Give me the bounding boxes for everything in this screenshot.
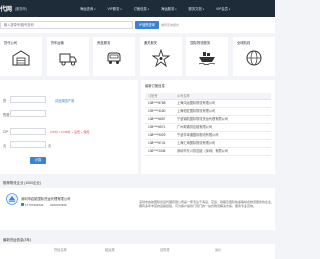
nav-item-booking[interactable]: 订舱信息▾ <box>134 6 149 11</box>
service-card-customs[interactable]: 通关报关 <box>139 37 182 76</box>
calculator-panel: 货 请选择国产港 的港 CIP CIP价 = FOB价 + 运费 + 保险 元 … <box>0 80 138 174</box>
recommend-card[interactable]: 深圳市启航国际货运代理有限公司 17707993545 3260153966 深… <box>0 188 275 230</box>
company-name: 宁波华泽通国际物流有限公司 <box>177 133 219 137</box>
service-card-forwarder[interactable]: 货代公司 <box>0 37 42 76</box>
nav-item-shipping-service[interactable]: 海运服务▾ <box>161 6 176 11</box>
company-qq: 3260153966 <box>50 202 67 207</box>
chevron-down-icon: ▾ <box>94 8 96 11</box>
latest-title: 最新货运信息(3年) <box>3 238 31 242</box>
calculate-button[interactable]: 计算 <box>30 157 46 164</box>
latest-table: 货运名称 起运港 目的港 运价 <box>0 244 275 259</box>
chevron-down-icon: ▾ <box>228 8 231 11</box>
destination-port-input[interactable] <box>10 110 46 117</box>
nav-item-vip-service[interactable]: VIP服务▾ <box>107 6 121 11</box>
company-name[interactable]: 深圳市启航国际货运代理有限公司 <box>21 196 70 201</box>
table-row[interactable]: 138****9029 宁波华泽通国际物流有限公司 <box>145 132 271 140</box>
top-nav: 代网 (服务商) 海运查询▾ VIP服务▾ 订舱信息▾ 海运服务▾ 服务文档▾ … <box>0 0 275 17</box>
chevron-down-icon: ▾ <box>175 8 177 11</box>
chevron-down-icon: ▾ <box>147 8 150 11</box>
recommend-header: 推荐物流企业 (1000企业) <box>0 179 275 187</box>
brand-subtitle: (服务商) <box>15 7 27 11</box>
select-origin-port-link[interactable]: 请选择国产港 <box>55 98 74 103</box>
search-input[interactable] <box>0 21 133 29</box>
service-title: 国际物流服务 <box>190 41 211 45</box>
company-name: 上海鸿运国际物流有限公司 <box>177 101 216 105</box>
services-row: 货代公司 货车运输 甩挂服务 通关报关 国际物流服务 全球航线 <box>0 37 275 76</box>
company-logo-icon <box>6 193 18 205</box>
company-name: 深圳市东川供应链（深圳）有限公司 <box>177 149 228 153</box>
search-band: IP追踪查询 推荐查询服务 <box>0 17 275 33</box>
nav-item-shipping-query[interactable]: 海运查询▾ <box>80 6 95 11</box>
search-button[interactable]: IP追踪查询 <box>135 21 159 29</box>
company-name: 上海汇海国际物流有限公司 <box>177 141 216 145</box>
table-title: 最新订舱信息 <box>145 84 165 88</box>
field4-label: 元 <box>3 144 7 148</box>
table-row[interactable]: 138****5741 上海汇海国际物流有限公司 <box>145 140 271 148</box>
chevron-down-icon: ▾ <box>202 8 204 11</box>
nav-item-docs[interactable]: 服务文档▾ <box>189 6 204 11</box>
company-name: 上海帕宏国际物流有限公司 <box>177 109 216 113</box>
booking-number: 138****8768 <box>148 101 166 105</box>
booking-table-panel: 最新订舱信息 订舱号 公司名称 138****8768 上海鸿运国际物流有限公司… <box>141 80 275 174</box>
table-row[interactable]: 138****8768 上海鸿运国际物流有限公司 <box>145 100 271 108</box>
amount-input[interactable] <box>10 141 46 148</box>
truck-icon <box>59 53 77 66</box>
table-header: 订舱号 公司名称 <box>145 93 271 100</box>
booking-number: 139****3160 <box>148 109 166 113</box>
booking-number: 136****2346 <box>148 149 166 153</box>
brand-logo[interactable]: 代网 <box>0 4 12 13</box>
search-hint: 推荐查询服务 <box>161 23 180 27</box>
company-name: 宁波锦航国际物流货运代理有限公司 <box>177 117 228 121</box>
chevron-down-icon: ▾ <box>120 8 122 11</box>
field1-label: 货 <box>3 99 7 103</box>
column-header: 运价 <box>215 248 222 252</box>
warehouse-icon <box>12 50 30 66</box>
table-row[interactable]: 138****6657 宁波锦航国际物流货运代理有限公司 <box>145 116 271 124</box>
column-header: 订舱号 <box>148 94 158 98</box>
recommend-title: 推荐物流企业 (1000企业) <box>3 181 41 185</box>
nav-item-vip-member[interactable]: VIP会员▾ <box>216 6 230 11</box>
table-row[interactable]: 136****2346 深圳市东川供应链（深圳）有限公司 <box>145 148 271 156</box>
service-title: 货车运输 <box>50 41 64 45</box>
amount-unit: 元 <box>48 144 52 148</box>
booking-number: 138****6657 <box>148 117 166 121</box>
service-title: 货代公司 <box>4 41 18 45</box>
column-header: 公司名称 <box>177 94 190 98</box>
company-description: 深圳市启航国际货运代理有限公司是一家专注于海运、空运、铁路及国际快递等综合物流服… <box>139 200 275 209</box>
cip-formula-hint: CIP价 = FOB价 + 运费 + 保险 <box>50 130 90 134</box>
booking-number: 135****6571 <box>148 125 166 129</box>
column-header: 目的港 <box>160 248 170 252</box>
origin-input[interactable] <box>10 96 46 103</box>
field2-label: 的港 <box>3 113 10 117</box>
company-phone: 17707993545 <box>25 202 44 207</box>
field3-label: CIP <box>3 130 9 134</box>
company-name: 广州邮通供应链有限公司 <box>177 125 213 129</box>
table-row[interactable]: 135****6571 广州邮通供应链有限公司 <box>145 124 271 132</box>
booking-table: 订舱号 公司名称 138****8768 上海鸿运国际物流有限公司 139***… <box>145 93 271 156</box>
page-root: 代网 (服务商) 海运查询▾ VIP服务▾ 订舱信息▾ 海运服务▾ 服务文档▾ … <box>0 0 275 259</box>
trailer-icon <box>107 52 121 64</box>
service-card-trailer[interactable]: 甩挂服务 <box>93 37 136 76</box>
nav-menu: 海运查询▾ VIP服务▾ 订舱信息▾ 海运服务▾ 服务文档▾ VIP会员▾ <box>80 6 242 11</box>
service-title: 通关报关 <box>143 41 157 45</box>
service-card-global-routes[interactable]: 全球航线 <box>232 37 275 76</box>
column-header: 起运港 <box>105 248 115 252</box>
service-title: 全球航线 <box>236 41 251 45</box>
phone-icon <box>21 203 24 206</box>
booking-number: 138****9029 <box>148 133 166 137</box>
globe-icon <box>246 50 262 66</box>
service-title: 甩挂服务 <box>97 41 111 45</box>
ship-icon <box>199 52 216 66</box>
booking-number: 138****5741 <box>148 141 166 145</box>
cip-input[interactable] <box>10 128 46 135</box>
table-row[interactable]: 139****3160 上海帕宏国际物流有限公司 <box>145 108 271 116</box>
customs-icon <box>151 49 170 67</box>
service-card-intl-logistics[interactable]: 国际物流服务 <box>186 37 229 76</box>
service-card-trucking[interactable]: 货车运输 <box>46 37 89 76</box>
column-header: 货运名称 <box>54 248 67 252</box>
